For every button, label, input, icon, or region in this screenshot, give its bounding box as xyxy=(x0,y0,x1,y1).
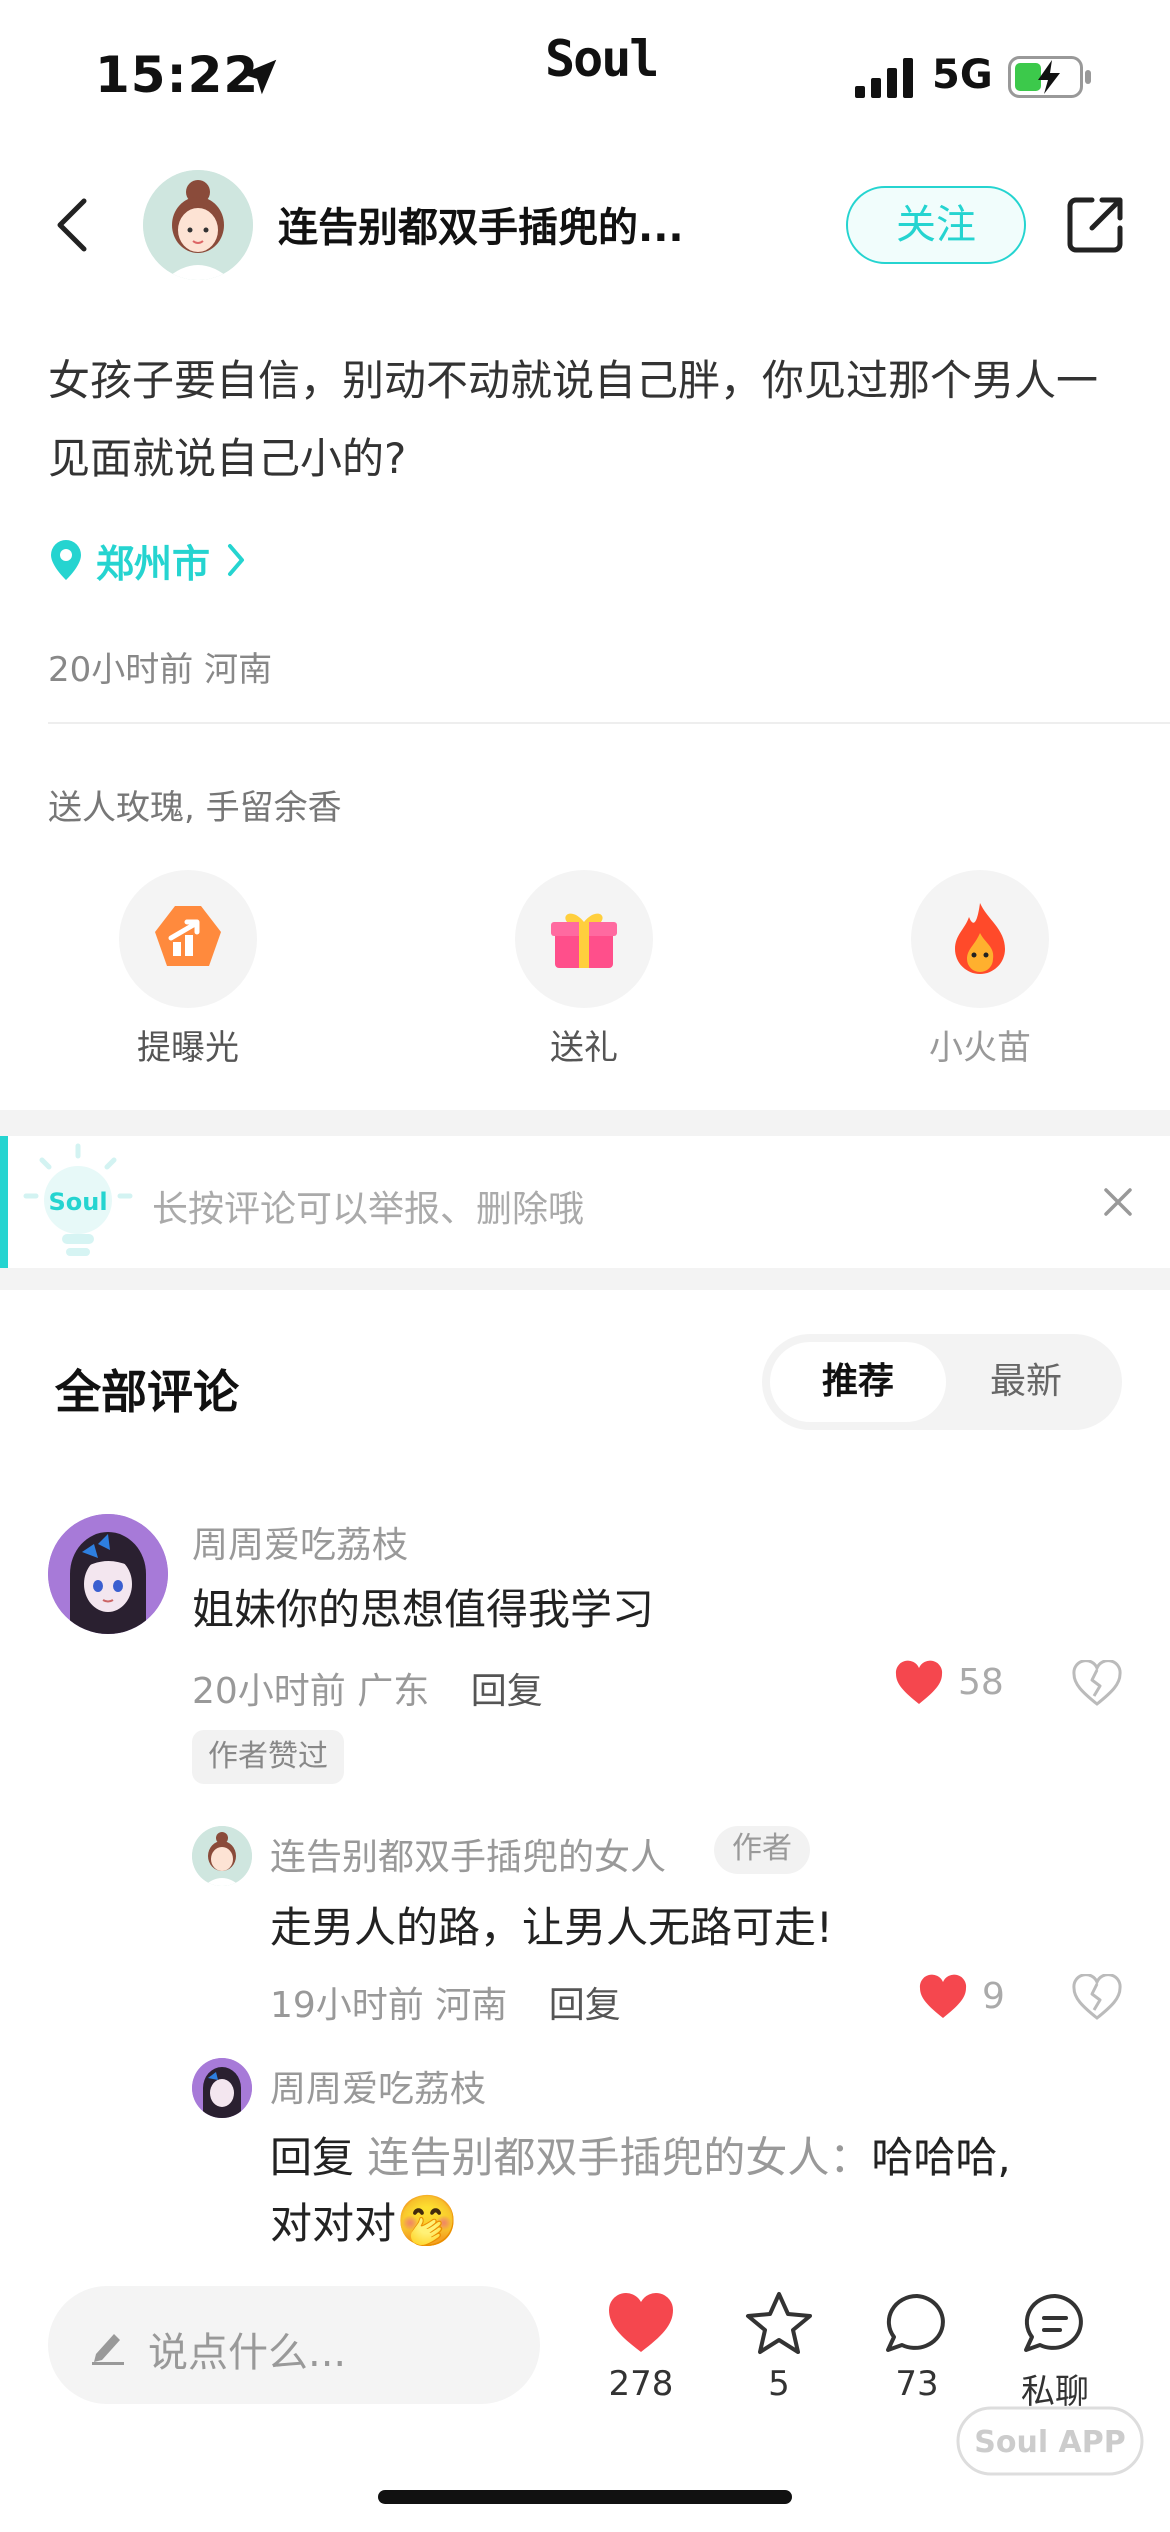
reply-text-line1[interactable]: 回复 连告别都双手插兜的女人：哈哈哈, xyxy=(270,2124,1011,2185)
comment-meta: 20小时前 广东 回复 xyxy=(192,1662,543,1714)
comment-region: 广东 xyxy=(357,1671,430,1712)
reply-target[interactable]: 连告别都双手插兜的女人： xyxy=(367,2133,871,2182)
post-text: 女孩子要自信，别动不动就说自己胖，你见过那个男人一见面就说自己小的? xyxy=(48,356,1099,483)
divider xyxy=(48,722,1170,724)
reply-meta: 19小时前 河南 回复 xyxy=(270,1976,621,2028)
watermark-text: Soul APP xyxy=(974,2425,1126,2460)
gift-caption: 送人玫瑰, 手留余香 xyxy=(48,788,342,828)
app-brand: Soul xyxy=(545,30,659,88)
replier-name[interactable]: 连告别都双手插兜的女人 xyxy=(270,1828,666,1880)
reply-text[interactable]: 走男人的路，让男人无路可走! xyxy=(270,1894,833,1955)
replier-name[interactable]: 周周爱吃荔枝 xyxy=(270,2060,486,2112)
comment-sort-toggle: 推荐 最新 xyxy=(762,1334,1122,1430)
comments-title: 全部评论 xyxy=(55,1365,239,1419)
tip-bar: Soul 长按评论可以举报、删除哦 xyxy=(0,1136,1170,1268)
boost-label: 提曝光 xyxy=(137,1028,239,1068)
lightbulb-icon: Soul xyxy=(23,1143,133,1256)
section-separator xyxy=(0,1268,1170,1290)
close-icon[interactable] xyxy=(1102,1186,1134,1218)
reply-content: 哈哈哈, xyxy=(871,2133,1011,2182)
network-type: 5G xyxy=(932,52,993,98)
gift-icon xyxy=(551,913,617,968)
location-arrow-icon xyxy=(241,59,277,95)
heart-icon xyxy=(609,2293,673,2352)
reply-content-2: 对对对 xyxy=(270,2199,397,2248)
home-indicator xyxy=(378,2490,792,2504)
post-location[interactable]: 郑州市 xyxy=(48,532,248,588)
flame-icon xyxy=(955,903,1005,974)
broken-heart-icon[interactable] xyxy=(1072,1660,1122,1706)
laughing-emoji-icon: 🤭 xyxy=(396,2192,459,2250)
author-name[interactable]: 连告别都双手插兜的... xyxy=(278,195,708,253)
like-button[interactable]: 278 xyxy=(586,2290,696,2404)
battery-icon xyxy=(1008,56,1091,98)
reply-region: 河南 xyxy=(435,1985,508,2026)
tab-latest[interactable]: 最新 xyxy=(938,1342,1114,1422)
broken-heart-icon[interactable] xyxy=(1072,1974,1122,2020)
flame-button[interactable]: 小火苗 xyxy=(900,870,1060,1069)
follow-button[interactable]: 关注 xyxy=(846,186,1026,264)
gift-label: 送礼 xyxy=(550,1028,618,1068)
author-liked-badge: 作者赞过 xyxy=(192,1730,344,1784)
status-bar: 15:22 Soul 5G xyxy=(0,0,1170,150)
input-placeholder: 说点什么... xyxy=(148,2330,347,2376)
star-icon xyxy=(746,2292,812,2354)
author-tag: 作者 xyxy=(714,1826,810,1874)
like-count: 58 xyxy=(958,1662,1004,1703)
favorite-total: 5 xyxy=(768,2364,790,2404)
boost-button[interactable]: 提曝光 xyxy=(108,870,268,1069)
reply-button[interactable]: 回复 xyxy=(549,1985,621,2026)
tab-recommended[interactable]: 推荐 xyxy=(770,1342,946,1422)
chevron-right-icon xyxy=(228,544,245,576)
tip-text: 长按评论可以举报、删除哦 xyxy=(152,1189,585,1230)
location-pin-icon xyxy=(51,540,81,580)
post-time: 20小时前 xyxy=(48,650,194,690)
tip-accent xyxy=(0,1136,8,1268)
post-meta: 20小时前 河南 xyxy=(48,642,272,691)
comment-bubble-icon xyxy=(886,2293,945,2352)
location-text: 郑州市 xyxy=(96,541,211,586)
boost-icon xyxy=(155,906,221,966)
commenter-avatar[interactable] xyxy=(48,1514,168,1634)
reply-time: 19小时前 xyxy=(270,1985,424,2026)
flame-label: 小火苗 xyxy=(929,1028,1031,1068)
signal-icon xyxy=(855,58,913,98)
share-icon[interactable] xyxy=(1064,194,1126,256)
comment-input[interactable]: 说点什么... xyxy=(48,2286,540,2404)
watermark: Soul APP xyxy=(956,2406,1144,2476)
commenter-name[interactable]: 周周爱吃荔枝 xyxy=(192,1516,408,1568)
replier-avatar[interactable] xyxy=(192,1826,252,1886)
back-icon[interactable] xyxy=(50,195,94,255)
reply-text-line2[interactable]: 对对对🤭 xyxy=(270,2190,458,2251)
heart-icon[interactable] xyxy=(894,1660,944,1706)
heart-icon[interactable] xyxy=(918,1974,968,2020)
chat-icon xyxy=(1024,2293,1083,2352)
comment-text[interactable]: 姐妹你的思想值得我学习 xyxy=(192,1576,654,1637)
replier-avatar[interactable] xyxy=(192,2058,252,2118)
like-count: 9 xyxy=(982,1976,1005,2017)
reply-prefix: 回复 xyxy=(270,2133,355,2182)
author-avatar[interactable] xyxy=(143,170,253,280)
status-time: 15:22 xyxy=(95,46,260,104)
comment-time: 20小时前 xyxy=(192,1671,346,1712)
favorite-button[interactable]: 5 xyxy=(724,2290,834,2404)
reply-button[interactable]: 回复 xyxy=(471,1671,543,1712)
like-total: 278 xyxy=(608,2364,674,2404)
post-region: 河南 xyxy=(204,650,273,690)
section-separator xyxy=(0,1110,1170,1136)
comment-button[interactable]: 73 xyxy=(862,2290,972,2404)
pen-icon xyxy=(92,2334,124,2365)
private-chat-button[interactable]: 私聊 xyxy=(1000,2290,1110,2413)
gift-button[interactable]: 送礼 xyxy=(504,870,664,1069)
tip-badge: Soul xyxy=(48,1188,107,1216)
